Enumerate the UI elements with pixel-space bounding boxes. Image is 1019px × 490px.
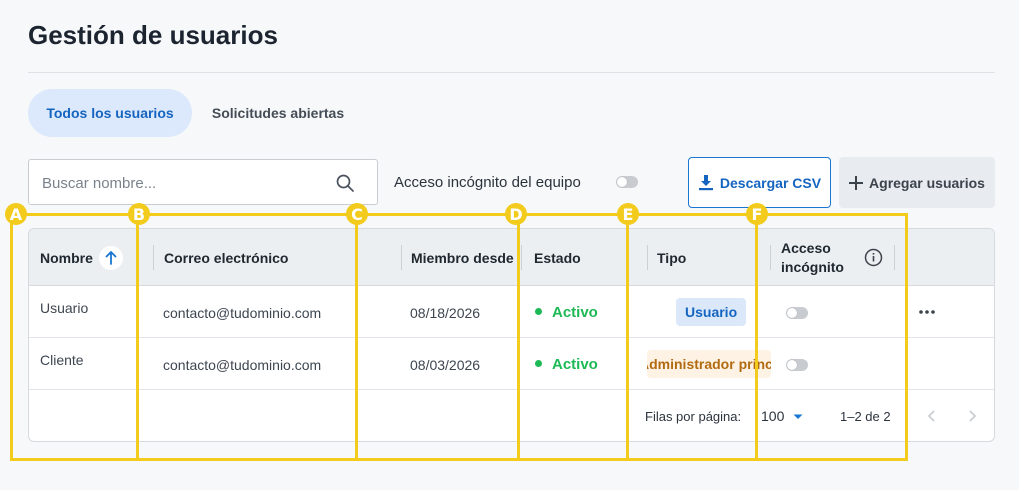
team-incognito-label: Acceso incógnito del equipo <box>394 174 581 191</box>
chevron-right-icon[interactable] <box>966 409 978 423</box>
search-input[interactable] <box>42 172 322 194</box>
annotation-box-e <box>626 213 758 461</box>
download-csv-button[interactable]: Descargar CSV <box>688 157 831 208</box>
search-icon[interactable] <box>335 173 355 193</box>
page-title: Gestión de usuarios <box>28 20 278 50</box>
search-box <box>28 159 378 205</box>
add-users-label: Agregar usuarios <box>869 174 985 191</box>
tab-open-requests[interactable]: Solicitudes abiertas <box>200 89 356 137</box>
tab-all-users[interactable]: Todos los usuarios <box>28 89 192 137</box>
download-icon <box>698 175 713 191</box>
marker-e: E <box>617 203 639 225</box>
plus-icon <box>849 175 864 190</box>
team-incognito-toggle[interactable] <box>616 176 638 188</box>
header-divider <box>28 72 995 73</box>
annotation-box-d <box>517 213 629 461</box>
marker-f: F <box>746 203 768 225</box>
chevron-left-icon[interactable] <box>926 409 938 423</box>
download-csv-label: Descargar CSV <box>719 174 822 191</box>
marker-b: B <box>128 203 150 225</box>
annotation-box-a <box>10 213 139 461</box>
annotation-box-f <box>755 213 908 461</box>
add-users-button[interactable]: Agregar usuarios <box>839 157 995 208</box>
annotation-box-c <box>355 213 520 461</box>
marker-c: C <box>346 203 368 225</box>
marker-a: A <box>5 203 27 225</box>
annotation-box-b <box>136 213 358 461</box>
marker-d: D <box>505 203 527 225</box>
more-options-icon[interactable] <box>917 302 937 322</box>
